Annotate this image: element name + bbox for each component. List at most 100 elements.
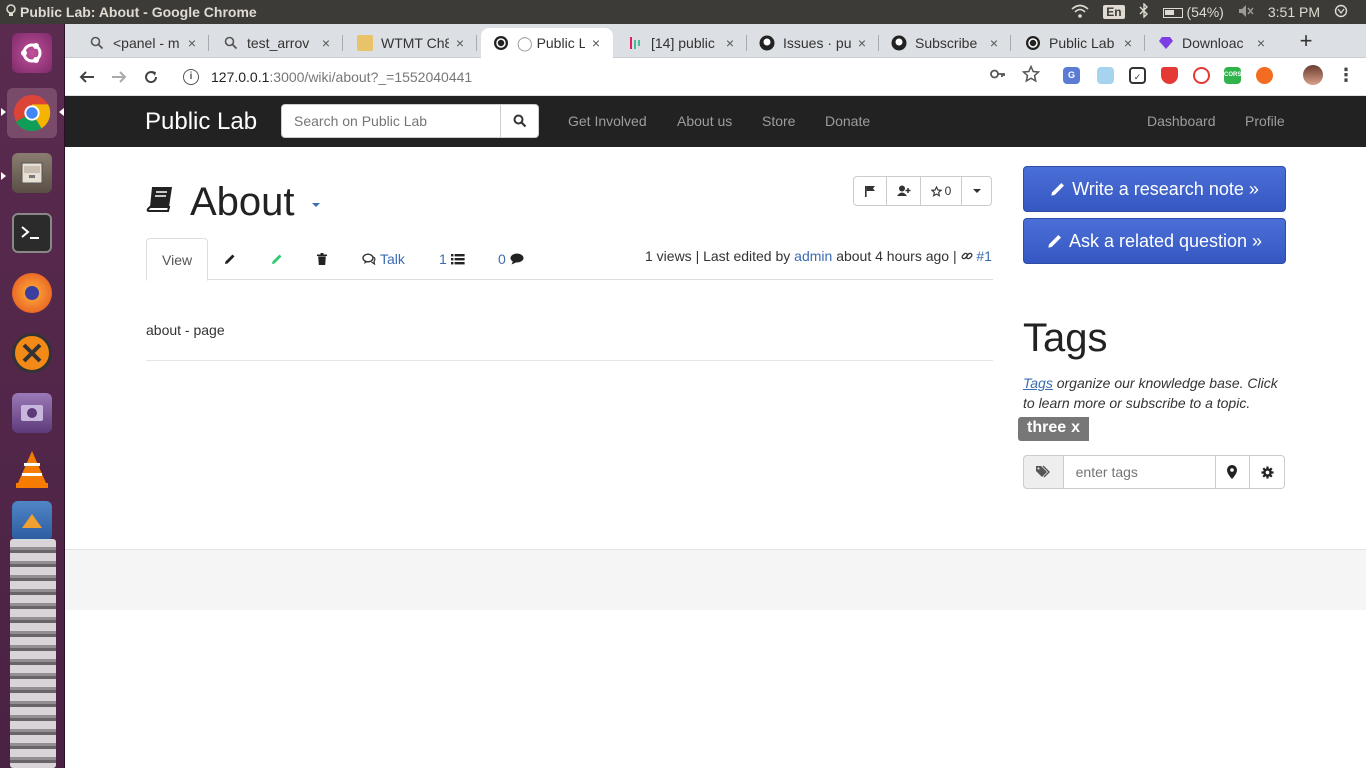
clock[interactable]: 3:51 PM	[1268, 4, 1320, 20]
key-icon[interactable]	[990, 67, 1006, 86]
launcher-chrome[interactable]	[7, 88, 57, 138]
link-icon	[961, 252, 972, 260]
ublock-extension-icon[interactable]	[1161, 67, 1178, 84]
duckduckgo-extension-icon[interactable]	[1256, 67, 1273, 84]
bluetooth-icon[interactable]	[1139, 2, 1149, 21]
nav-get-involved[interactable]: Get Involved	[568, 113, 647, 129]
nav-dashboard[interactable]: Dashboard	[1147, 113, 1216, 129]
location-tag-button[interactable]	[1215, 455, 1251, 489]
more-options-dropdown[interactable]	[961, 176, 992, 206]
launcher-stacked-apps[interactable]	[10, 539, 56, 768]
close-tab-icon[interactable]: ×	[723, 35, 737, 51]
tab-label: Downloac	[1182, 35, 1244, 51]
browser-tab[interactable]: test_arrov ×	[211, 28, 343, 58]
battery-indicator[interactable]: (54%)	[1162, 4, 1224, 20]
firefox-icon	[12, 273, 52, 313]
launcher-firefox[interactable]	[7, 268, 57, 318]
close-tab-icon[interactable]: ×	[319, 35, 333, 51]
tab-revisions[interactable]: 1	[439, 238, 465, 280]
close-tab-icon[interactable]: ×	[589, 35, 603, 51]
os-top-bar: Public Lab: About - Google Chrome En (54…	[0, 0, 1366, 24]
wifi-icon[interactable]	[1071, 4, 1089, 21]
power-icon[interactable]	[1334, 4, 1348, 21]
nav-about-us[interactable]: About us	[677, 113, 732, 129]
tab-view[interactable]: View	[146, 238, 209, 281]
launcher-files[interactable]	[7, 148, 57, 198]
window-title: Public Lab: About - Google Chrome	[0, 3, 257, 21]
profile-avatar[interactable]	[1303, 65, 1323, 85]
author-link[interactable]: admin	[794, 248, 832, 264]
nav-store[interactable]: Store	[762, 113, 795, 129]
nav-donate[interactable]: Donate	[825, 113, 870, 129]
page-icon	[357, 35, 373, 51]
launcher-vlc[interactable]	[7, 444, 57, 494]
address-bar[interactable]: i 127.0.0.1:3000/wiki/about?_=1552040441	[177, 62, 1037, 92]
active-indicator	[59, 108, 64, 116]
bookmark-star-icon[interactable]	[1021, 64, 1041, 88]
browser-tab[interactable]: <panel - m ×	[77, 28, 209, 58]
browser-tab[interactable]: WTMT Ch8 ×	[345, 28, 477, 58]
keyboard-layout-indicator[interactable]: En	[1103, 5, 1125, 19]
tags-link[interactable]: Tags	[1023, 375, 1053, 391]
ask-question-button[interactable]: Ask a related question »	[1023, 218, 1286, 264]
follow-user-button[interactable]	[886, 176, 921, 206]
url-host: 127.0.0.1	[211, 69, 270, 85]
volume-muted-icon[interactable]	[1238, 4, 1254, 21]
title-dropdown-caret-icon[interactable]	[312, 203, 320, 207]
browser-menu-icon[interactable]: ⋮	[1337, 65, 1355, 86]
site-info-icon[interactable]: i	[183, 69, 199, 85]
close-tab-icon[interactable]: ×	[987, 35, 1001, 51]
launcher-webcam[interactable]	[7, 388, 57, 438]
bird-extension-icon[interactable]	[1097, 67, 1114, 84]
tab-delete[interactable]	[317, 238, 327, 280]
close-tab-icon[interactable]: ×	[185, 35, 199, 51]
add-tag-form	[1023, 455, 1286, 489]
site-search-input[interactable]	[281, 104, 501, 138]
write-research-note-button[interactable]: Write a research note »	[1023, 166, 1286, 212]
browser-tab[interactable]: Public Lab ×	[1013, 28, 1145, 58]
remove-tag-button[interactable]: x	[1071, 419, 1080, 439]
revision-link[interactable]: #1	[976, 248, 992, 264]
forward-button[interactable]	[103, 61, 135, 93]
browser-tab[interactable]: Issues · pu ×	[747, 28, 879, 58]
star-count: 0	[944, 184, 952, 198]
site-footer	[65, 549, 1366, 610]
close-tab-icon[interactable]: ×	[453, 35, 467, 51]
close-tab-icon[interactable]: ×	[855, 35, 869, 51]
tag-badge[interactable]: three x	[1018, 417, 1090, 441]
tag-label: three	[1027, 419, 1067, 436]
caret-down-icon	[972, 189, 981, 193]
tags-heading: Tags	[1023, 316, 1108, 360]
shield-extension-icon[interactable]: ✓	[1129, 67, 1146, 84]
browser-tab[interactable]: Subscribe ×	[879, 28, 1011, 58]
site-search-button[interactable]	[500, 104, 539, 138]
star-icon	[930, 185, 942, 197]
browser-tab[interactable]: [14] public ×	[615, 28, 747, 58]
site-brand[interactable]: Public Lab	[145, 108, 257, 136]
nav-profile[interactable]: Profile	[1245, 113, 1285, 129]
reload-button[interactable]	[135, 61, 167, 93]
publiclab-icon	[493, 35, 509, 51]
new-tab-button[interactable]: +	[1291, 28, 1321, 56]
ubuntu-dash-button[interactable]	[7, 28, 57, 78]
browser-tab-active[interactable]: ◯ Public L ×	[481, 28, 613, 58]
launcher-terminal[interactable]	[7, 208, 57, 258]
blocker-extension-icon[interactable]	[1193, 67, 1210, 84]
translate-extension-icon[interactable]: G	[1063, 67, 1080, 84]
tab-rich-edit[interactable]	[271, 238, 283, 280]
tag-settings-button[interactable]	[1250, 455, 1286, 489]
close-tab-icon[interactable]: ×	[1121, 35, 1135, 51]
star-button[interactable]: 0	[920, 176, 962, 206]
tag-input[interactable]	[1063, 455, 1216, 489]
tab-talk[interactable]: Talk	[362, 238, 405, 280]
browser-tab[interactable]: Downloac ×	[1146, 28, 1278, 58]
back-button[interactable]	[71, 61, 103, 93]
tab-edit[interactable]	[224, 238, 236, 280]
tab-comments[interactable]: 0	[498, 238, 524, 280]
cors-extension-icon[interactable]: CORS	[1224, 67, 1241, 84]
github-icon	[759, 35, 775, 51]
flag-button[interactable]	[853, 176, 887, 206]
launcher-crossover[interactable]	[7, 328, 57, 378]
tab-label: [14] public	[651, 35, 715, 51]
close-tab-icon[interactable]: ×	[1254, 35, 1268, 51]
